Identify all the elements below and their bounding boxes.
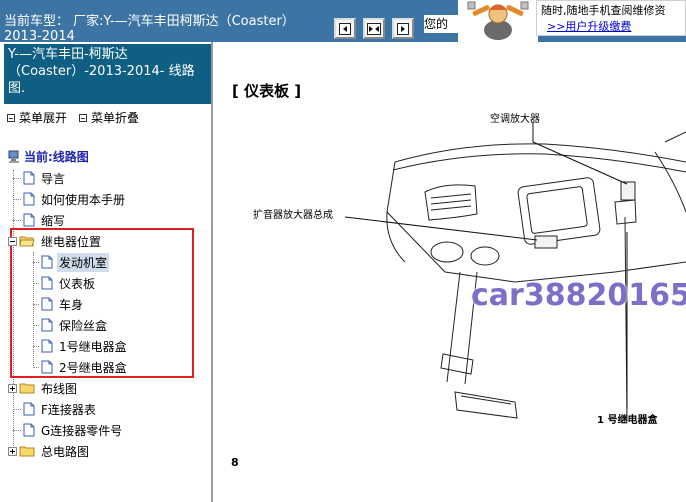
folder-icon	[19, 446, 35, 457]
tree-folder-overall-circuit[interactable]: 总电路图	[8, 441, 91, 461]
document-icon	[23, 192, 35, 206]
collapse-icon[interactable]	[79, 113, 88, 122]
document-icon	[41, 297, 53, 311]
page-number: 8	[231, 456, 239, 469]
collapse-toggle-icon[interactable]	[8, 236, 17, 246]
tree-item-label: 车身	[59, 297, 84, 312]
tree-item-label: 总电路图	[41, 444, 90, 459]
tree-item-relay-box-2[interactable]: 2号继电器盒	[33, 357, 129, 377]
tree-item-label: 保险丝盒	[59, 318, 108, 333]
tree-folder-wiring-diagram[interactable]: 布线图	[8, 378, 79, 398]
tree-item-how-to-use[interactable]: 如何使用本手册	[13, 189, 127, 209]
expand-icon[interactable]	[7, 113, 15, 122]
upgrade-link[interactable]: >>用户升级缴费	[547, 18, 631, 34]
current-section-label: 当前:线路图	[24, 150, 89, 164]
tree-item-engine-room[interactable]: 发动机室	[33, 252, 110, 272]
tree-item-relay-box-1[interactable]: 1号继电器盒	[33, 336, 129, 356]
collapse-menu-button[interactable]: 菜单折叠	[91, 109, 139, 126]
current-car-model: 当前车型： 厂家:Y-—汽车丰田柯斯达（Coaster）2013-2014	[4, 14, 295, 42]
document-icon	[41, 318, 53, 332]
callout-speaker-amplifier: 扩音器放大器总成	[253, 210, 333, 221]
tree-item-abbreviations[interactable]: 缩写	[13, 210, 67, 230]
document-icon	[41, 339, 53, 353]
folder-open-icon	[19, 236, 35, 247]
tree-item-label: 仪表板	[59, 276, 96, 291]
expand-toggle-icon[interactable]	[8, 383, 17, 393]
tree-item-connector-parts[interactable]: G连接器零件号	[13, 420, 124, 440]
tree-item-label: 继电器位置	[41, 234, 102, 249]
document-icon	[41, 255, 53, 269]
next-page-button[interactable]	[392, 18, 414, 39]
toggle-view-button[interactable]	[363, 18, 385, 39]
arrow-left-icon	[339, 22, 351, 35]
tree-item-intro[interactable]: 导言	[13, 168, 67, 188]
watermark-text: car388201655	[471, 278, 686, 313]
ad-text: 随时,随地手机查阅维修资	[541, 4, 666, 17]
tree-item-label: 1号继电器盒	[59, 339, 127, 354]
car-title: Y-—汽车丰田-柯斯达（Coaster）-2013-2014- 线路图.	[4, 44, 211, 104]
document-icon	[41, 276, 53, 290]
tree-item-label: 发动机室	[57, 252, 110, 272]
mechanic-mascot-icon	[458, 0, 538, 42]
expand-toggle-icon[interactable]	[8, 446, 17, 456]
tree-item-label: G连接器零件号	[41, 423, 123, 438]
tree-item-fuse-box[interactable]: 保险丝盒	[33, 315, 109, 335]
tree-item-label: 布线图	[41, 381, 78, 396]
document-icon	[23, 402, 35, 416]
sidebar: Y-—汽车丰田-柯斯达（Coaster）-2013-2014- 线路图. 菜单展…	[0, 42, 213, 502]
document-icon	[41, 360, 53, 374]
expand-menu-button[interactable]: 菜单展开	[19, 109, 67, 126]
folder-icon	[19, 383, 35, 394]
hint-text: 您的	[424, 15, 458, 33]
callout-relay-box: 1 号继电器盒	[597, 415, 658, 426]
tree-item-instrument-panel[interactable]: 仪表板	[33, 273, 97, 293]
callout-ac-amplifier: 空调放大器	[490, 114, 540, 125]
menu-controls: 菜单展开 菜单折叠	[7, 109, 139, 126]
document-icon	[23, 213, 35, 227]
upgrade-ad: 随时,随地手机查阅维修资 >>用户升级缴费	[536, 0, 686, 36]
tree-item-label: F连接器表	[41, 402, 96, 417]
document-icon	[23, 171, 35, 185]
tree-item-label: 导言	[41, 171, 66, 186]
tree-item-connector-table[interactable]: F连接器表	[13, 399, 98, 419]
top-bar: 当前车型： 厂家:Y-—汽车丰田柯斯达（Coaster）2013-2014 您的	[0, 0, 686, 42]
tree-item-label: 如何使用本手册	[41, 192, 126, 207]
tree-item-label: 2号继电器盒	[59, 360, 127, 375]
current-section: 当前:线路图	[8, 148, 89, 165]
computer-icon	[8, 150, 19, 163]
document-title: [ 仪表板 ]	[232, 82, 302, 100]
tree-folder-relay-locations[interactable]: 继电器位置	[8, 231, 103, 251]
document-icon	[23, 423, 35, 437]
double-arrow-icon	[367, 22, 381, 35]
tree-item-body[interactable]: 车身	[33, 294, 85, 314]
prev-page-button[interactable]	[334, 18, 356, 39]
document-view[interactable]: [ 仪表板 ] 空调放大器 扩音器放大器总成 1 号继电器盒 car388201…	[215, 42, 686, 502]
arrow-right-icon	[397, 22, 409, 35]
tree-item-label: 缩写	[41, 213, 66, 228]
